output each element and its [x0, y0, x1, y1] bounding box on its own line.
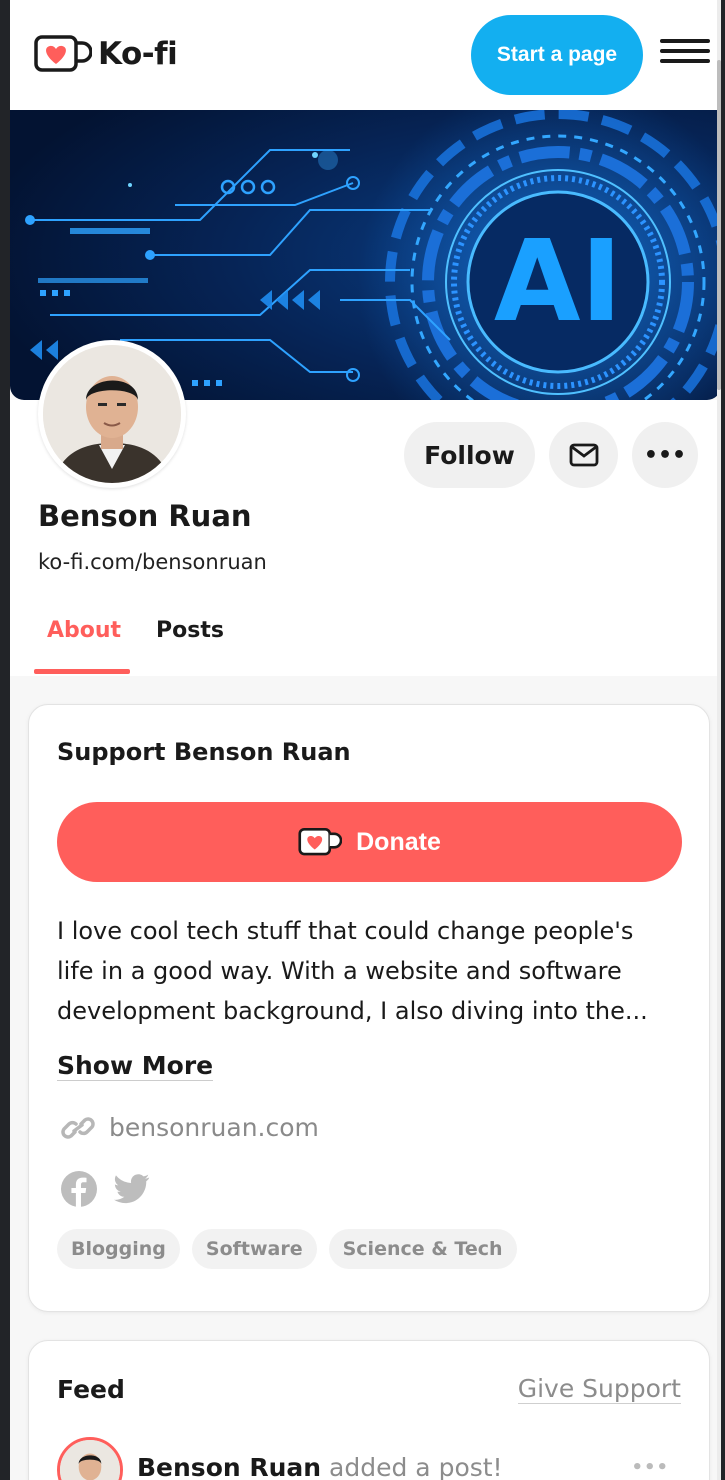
bio-line: development background, I also diving in… [57, 997, 648, 1025]
start-a-page-button[interactable]: Start a page [471, 15, 643, 95]
feed-title: Feed [57, 1375, 125, 1404]
more-options-button[interactable]: ••• [632, 422, 698, 488]
mail-icon [569, 443, 598, 467]
feed-avatar[interactable] [57, 1437, 123, 1480]
link-icon [61, 1116, 95, 1139]
logo-text: Ko-fi [98, 36, 178, 72]
tab-posts[interactable]: Posts [156, 618, 224, 643]
profile-photo [43, 345, 181, 483]
facebook-icon[interactable] [61, 1171, 97, 1207]
banner-ai-text: AI [494, 217, 622, 347]
twitter-icon[interactable] [114, 1171, 150, 1207]
feed-item-text: Benson Ruan added a post! [137, 1453, 503, 1480]
support-card: Support Benson Ruan Donate I love cool t… [28, 704, 710, 1312]
message-button[interactable] [549, 422, 618, 488]
bio-line: life in a good way. With a website and s… [57, 957, 622, 985]
profile-page: Ko-fi Start a page AI Follow ••• Benson … [10, 0, 721, 1480]
give-support-link[interactable]: Give Support [517, 1374, 681, 1404]
bio-text: I love cool tech stuff that could change… [57, 911, 677, 1031]
hamburger-menu-icon[interactable] [660, 39, 710, 65]
bio-line: I love cool tech stuff that could change… [57, 917, 634, 945]
kofi-cup-icon [298, 827, 343, 856]
website-link[interactable]: bensonruan.com [61, 1113, 319, 1142]
top-header: Ko-fi Start a page [10, 0, 721, 110]
kofi-cup-icon [34, 35, 92, 72]
show-more-link[interactable]: Show More [57, 1051, 214, 1081]
tag-blogging[interactable]: Blogging [57, 1229, 180, 1269]
active-tab-indicator [34, 669, 130, 674]
tab-about[interactable]: About [47, 618, 121, 643]
profile-url[interactable]: ko-fi.com/bensonruan [38, 550, 267, 574]
feed-item-author[interactable]: Benson Ruan [137, 1453, 321, 1480]
website-text: bensonruan.com [109, 1113, 319, 1142]
social-links [61, 1171, 167, 1207]
follow-button[interactable]: Follow [404, 422, 535, 488]
avatar[interactable] [38, 340, 186, 488]
donate-button[interactable]: Donate [57, 802, 682, 882]
support-title: Support Benson Ruan [57, 738, 351, 766]
feed-profile-photo [60, 1440, 120, 1480]
kofi-logo[interactable]: Ko-fi [34, 34, 178, 74]
donate-label: Donate [356, 827, 441, 856]
scrollbar-thumb[interactable] [717, 60, 721, 390]
scrollbar[interactable] [717, 0, 721, 1480]
feed-item-more-button[interactable]: ••• [631, 1457, 669, 1478]
tag-software[interactable]: Software [191, 1229, 317, 1269]
feed-card: Feed Give Support Benson Ruan added a po… [28, 1340, 710, 1480]
profile-name: Benson Ruan [38, 499, 252, 533]
feed-item-action: added a post! [329, 1453, 503, 1480]
tag-list: Blogging Software Science & Tech [57, 1229, 529, 1269]
tag-science-tech[interactable]: Science & Tech [328, 1229, 517, 1269]
